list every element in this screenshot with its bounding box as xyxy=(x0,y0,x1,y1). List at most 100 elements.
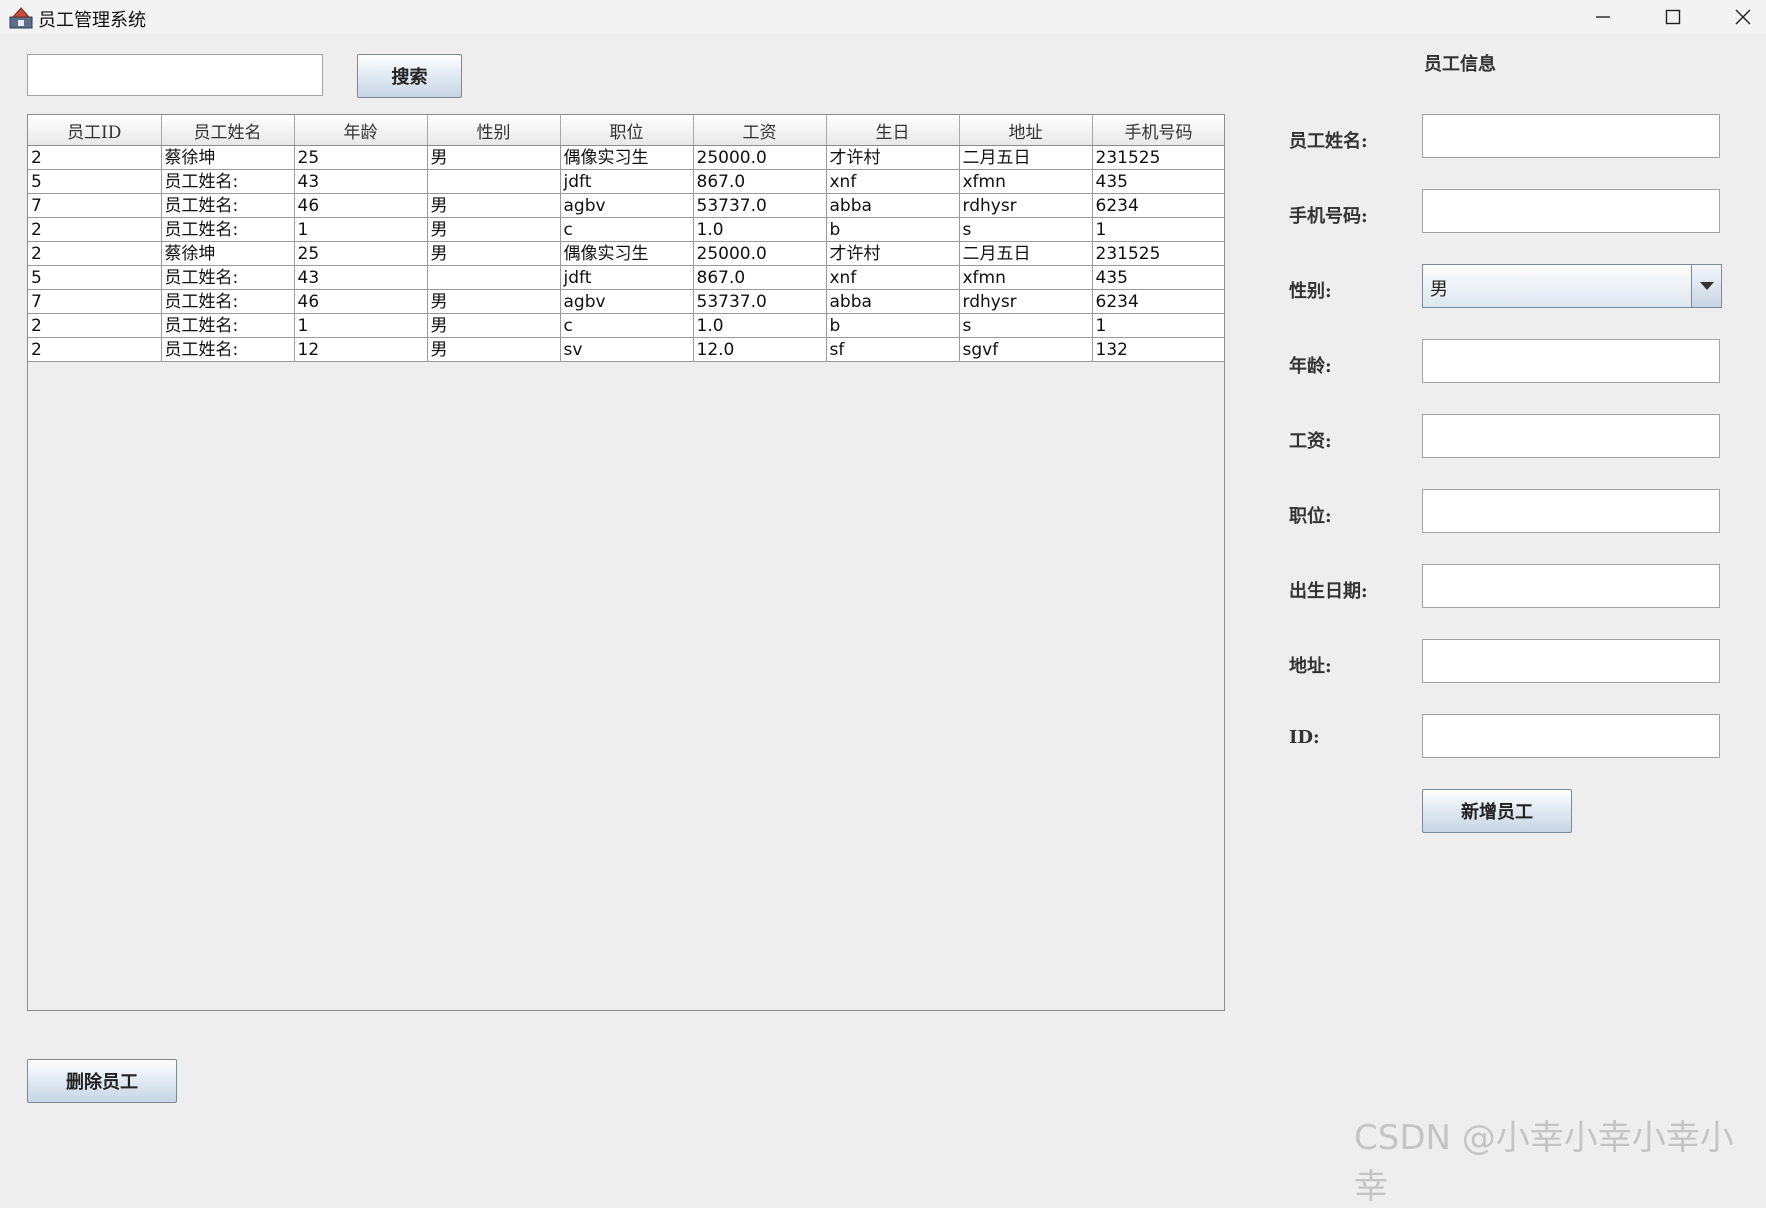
column-header[interactable]: 地址 xyxy=(959,115,1093,146)
table-row[interactable]: 7 员工姓名: 46 男 agbv 53737.0 abba rdhysr 6234 xyxy=(28,289,1224,314)
table-cell[interactable]: xfmn xyxy=(959,265,1093,290)
table-cell[interactable]: 1 xyxy=(294,217,428,242)
column-header[interactable]: 员工ID xyxy=(28,115,162,146)
table-cell[interactable]: 男 xyxy=(427,313,561,338)
table-cell[interactable]: s xyxy=(959,217,1093,242)
table-row[interactable]: 2 蔡徐坤 25 男偶像实习生 25000.0 才许村 二月五日 231525 xyxy=(28,241,1224,266)
table-cell[interactable]: sf xyxy=(826,337,960,362)
table-cell[interactable]: c xyxy=(560,217,694,242)
table-cell[interactable]: 25000.0 xyxy=(693,145,827,170)
table-cell[interactable]: 员工姓名: xyxy=(161,265,295,290)
table-cell[interactable]: 1 xyxy=(1092,313,1224,338)
column-header[interactable]: 手机号码 xyxy=(1092,115,1224,146)
table-cell[interactable]: 2 xyxy=(28,241,162,266)
gender-select[interactable]: 男 xyxy=(1422,264,1722,308)
column-header[interactable]: 工资 xyxy=(693,115,827,146)
table-cell[interactable]: 1 xyxy=(294,313,428,338)
table-cell[interactable]: jdft xyxy=(560,169,694,194)
minimize-button[interactable] xyxy=(1568,0,1638,34)
table-cell[interactable] xyxy=(427,265,561,290)
table-cell[interactable]: 6234 xyxy=(1092,193,1224,218)
table-row[interactable]: 2 员工姓名: 1 男 c 1.0 b s 1 xyxy=(28,313,1224,338)
table-cell[interactable]: 25 xyxy=(294,241,428,266)
column-header[interactable]: 职位 xyxy=(560,115,694,146)
table-cell[interactable]: 5 xyxy=(28,169,162,194)
table-cell[interactable]: 男 xyxy=(427,289,561,314)
table-cell[interactable]: 7 xyxy=(28,289,162,314)
table-cell[interactable]: 43 xyxy=(294,265,428,290)
table-cell[interactable]: 男 xyxy=(427,241,561,266)
table-cell[interactable]: c xyxy=(560,313,694,338)
table-cell[interactable]: 46 xyxy=(294,193,428,218)
table-cell[interactable]: b xyxy=(826,313,960,338)
table-cell[interactable]: 435 xyxy=(1092,265,1224,290)
address-field[interactable] xyxy=(1422,639,1720,683)
table-cell[interactable] xyxy=(427,169,561,194)
table-cell[interactable]: 1.0 xyxy=(693,313,827,338)
table-row[interactable]: 2 员工姓名: 12 男 sv 12.0 sf sgvf 132 xyxy=(28,337,1224,362)
table-cell[interactable]: 二月五日 xyxy=(959,241,1093,266)
table-cell[interactable]: 25000.0 xyxy=(693,241,827,266)
column-header[interactable]: 性别 xyxy=(427,115,561,146)
table-cell[interactable]: 12 xyxy=(294,337,428,362)
position-field[interactable] xyxy=(1422,489,1720,533)
table-cell[interactable]: 5 xyxy=(28,265,162,290)
table-cell[interactable]: abba xyxy=(826,193,960,218)
table-cell[interactable]: 蔡徐坤 xyxy=(161,241,295,266)
column-header[interactable]: 生日 xyxy=(826,115,960,146)
name-field[interactable] xyxy=(1422,114,1720,158)
table-cell[interactable]: 员工姓名: xyxy=(161,337,295,362)
table-cell[interactable]: s xyxy=(959,313,1093,338)
table-row[interactable]: 5 员工姓名: 43 jdft 867.0 xnf xfmn 435 xyxy=(28,169,1224,194)
age-field[interactable] xyxy=(1422,339,1720,383)
table-cell[interactable]: 员工姓名: xyxy=(161,169,295,194)
table-cell[interactable]: 偶像实习生 xyxy=(560,145,694,170)
table-cell[interactable]: 才许村 xyxy=(826,241,960,266)
table-cell[interactable]: 员工姓名: xyxy=(161,193,295,218)
table-cell[interactable]: b xyxy=(826,217,960,242)
table-cell[interactable]: 1.0 xyxy=(693,217,827,242)
add-employee-button[interactable]: 新增员工 xyxy=(1422,789,1572,833)
table-cell[interactable]: 867.0 xyxy=(693,265,827,290)
search-button[interactable]: 搜索 xyxy=(357,54,462,98)
column-header[interactable]: 员工姓名 xyxy=(161,115,295,146)
employee-table-scrollpane[interactable]: 员工ID 员工姓名 年龄 性别 职位 工资 生日 地址 手机号码 2 蔡徐坤 25 男偶像实习生 250… xyxy=(27,114,1225,1011)
table-cell[interactable]: 男 xyxy=(427,145,561,170)
table-cell[interactable]: 1 xyxy=(1092,217,1224,242)
table-cell[interactable]: abba xyxy=(826,289,960,314)
table-cell[interactable]: 435 xyxy=(1092,169,1224,194)
maximize-button[interactable] xyxy=(1638,0,1708,34)
phone-field[interactable] xyxy=(1422,189,1720,233)
birth-date-field[interactable] xyxy=(1422,564,1720,608)
table-cell[interactable]: 231525 xyxy=(1092,145,1224,170)
table-row[interactable]: 2 蔡徐坤 25 男偶像实习生 25000.0 才许村 二月五日 231525 xyxy=(28,145,1224,170)
gender-dropdown-arrow[interactable] xyxy=(1691,265,1721,307)
table-cell[interactable]: 员工姓名: xyxy=(161,289,295,314)
table-cell[interactable]: 53737.0 xyxy=(693,193,827,218)
search-input[interactable] xyxy=(27,54,323,96)
delete-employee-button[interactable]: 删除员工 xyxy=(27,1059,177,1103)
table-cell[interactable]: 2 xyxy=(28,313,162,338)
table-cell[interactable]: xnf xyxy=(826,265,960,290)
close-button[interactable] xyxy=(1708,0,1766,34)
table-cell[interactable]: 7 xyxy=(28,193,162,218)
table-cell[interactable]: sv xyxy=(560,337,694,362)
table-cell[interactable]: jdft xyxy=(560,265,694,290)
table-cell[interactable]: 员工姓名: xyxy=(161,217,295,242)
table-cell[interactable]: 132 xyxy=(1092,337,1224,362)
salary-field[interactable] xyxy=(1422,414,1720,458)
id-field[interactable] xyxy=(1422,714,1720,758)
table-cell[interactable]: 二月五日 xyxy=(959,145,1093,170)
table-cell[interactable]: 46 xyxy=(294,289,428,314)
table-cell[interactable]: 53737.0 xyxy=(693,289,827,314)
table-cell[interactable]: sgvf xyxy=(959,337,1093,362)
table-row[interactable]: 7 员工姓名: 46 男 agbv 53737.0 abba rdhysr 6234 xyxy=(28,193,1224,218)
table-cell[interactable]: 2 xyxy=(28,337,162,362)
table-cell[interactable]: xnf xyxy=(826,169,960,194)
table-cell[interactable]: 偶像实习生 xyxy=(560,241,694,266)
table-cell[interactable]: xfmn xyxy=(959,169,1093,194)
table-row[interactable]: 2 员工姓名: 1 男 c 1.0 b s 1 xyxy=(28,217,1224,242)
table-cell[interactable]: 男 xyxy=(427,337,561,362)
table-cell[interactable]: 43 xyxy=(294,169,428,194)
table-cell[interactable]: 男 xyxy=(427,193,561,218)
